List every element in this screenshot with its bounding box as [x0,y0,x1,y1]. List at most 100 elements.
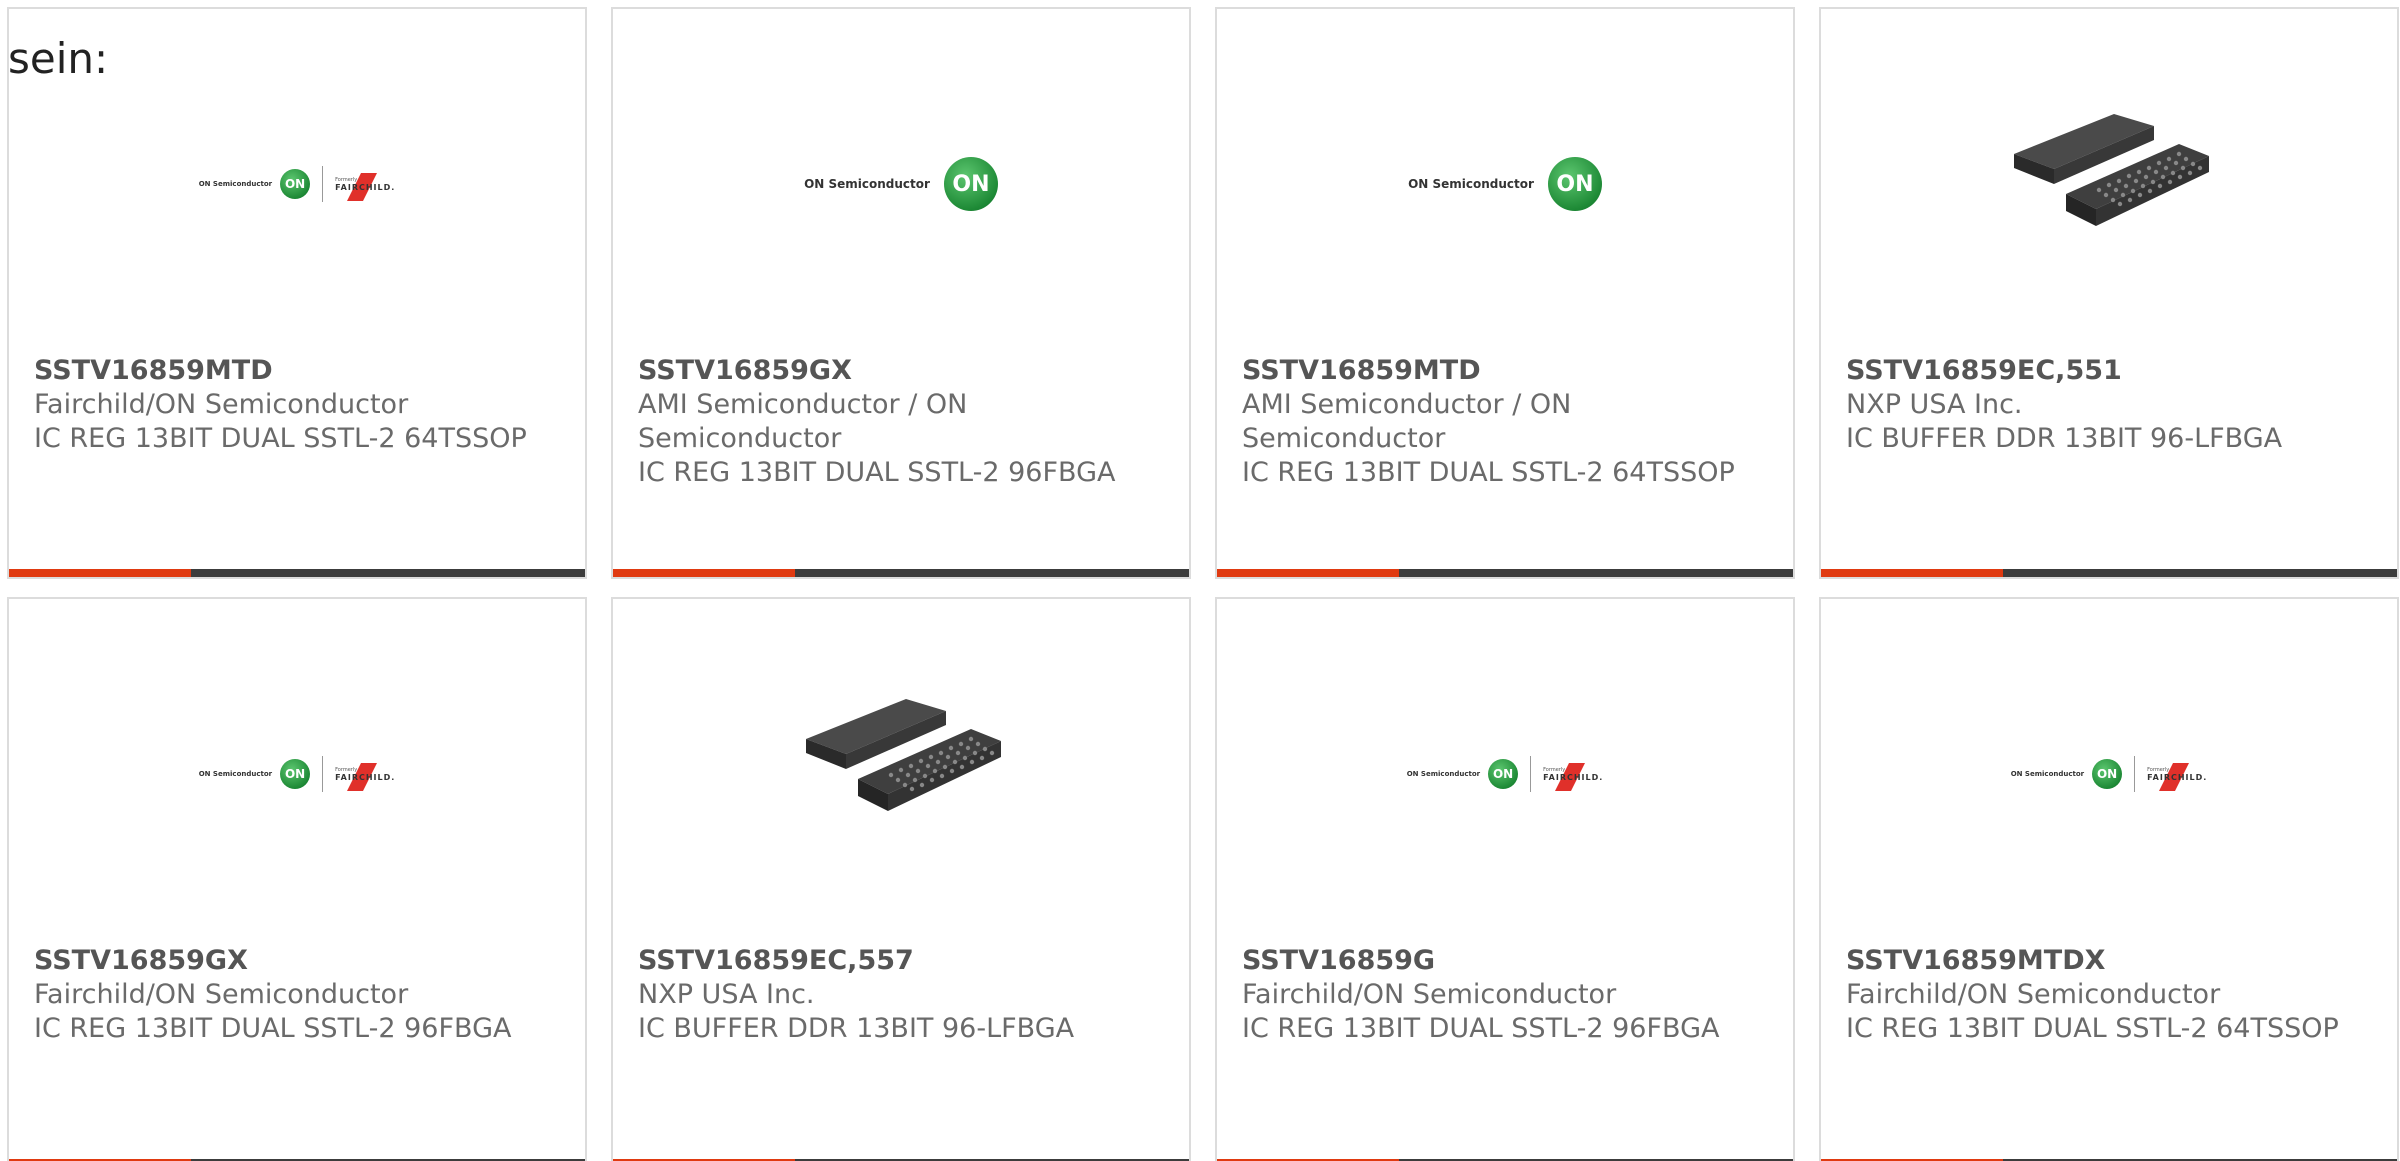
product-card[interactable]: SSTV16859EC,557 NXP USA Inc. IC BUFFER D… [611,597,1191,1161]
part-number[interactable]: SSTV16859MTD [1242,354,1773,388]
part-number[interactable]: SSTV16859MTDX [1846,944,2377,978]
divider [2134,756,2136,792]
bga-chip-photo [2004,84,2214,294]
manufacturer: Fairchild/ON Semiconductor [34,389,409,420]
card-bottom-bar [613,569,1189,577]
on-logo-label: ON [2096,767,2118,781]
product-card[interactable]: ON Semiconductor ON SSTV16859GX AMI Semi… [611,7,1191,579]
card-bottom-bar [1217,569,1793,577]
product-card[interactable]: ON Semiconductor ON Formerly FAIRCHILD. … [1215,597,1795,1161]
product-image: ON Semiconductor ON Formerly FAIRCHILD. [1821,669,2397,879]
product-image: ON Semiconductor ON [1217,79,1793,289]
product-info: SSTV16859EC,557 NXP USA Inc. IC BUFFER D… [638,944,1169,1046]
part-number[interactable]: SSTV16859EC,557 [638,944,1169,978]
description: IC REG 13BIT DUAL SSTL-2 64TSSOP [1846,1013,2339,1044]
description: IC REG 13BIT DUAL SSTL-2 96FBGA [638,457,1116,488]
card-accent [613,569,795,577]
divider [322,166,324,202]
manufacturer: Fairchild/ON Semiconductor [34,979,409,1010]
description: IC REG 13BIT DUAL SSTL-2 96FBGA [34,1013,512,1044]
fairchild-name: FAIRCHILD. [335,172,396,201]
fairchild-logo: Formerly FAIRCHILD. [1543,762,1604,791]
logo-text: ON Semiconductor [198,770,273,778]
part-number[interactable]: SSTV16859G [1242,944,1773,978]
intro-text: sein: [8,34,109,83]
product-card[interactable]: ON Semiconductor ON Formerly FAIRCHILD. … [1819,597,2399,1161]
logo-text: ON Semiconductor [804,177,930,191]
product-info: SSTV16859MTDX Fairchild/ON Semiconductor… [1846,944,2377,1046]
part-number[interactable]: SSTV16859EC,551 [1846,354,2377,388]
card-accent [1821,569,2003,577]
on-logo-icon: ON [280,759,311,789]
product-info: SSTV16859MTD AMI Semiconductor / ON Semi… [1242,354,1773,490]
on-semiconductor-logo: ON Semiconductor ON [804,157,998,211]
product-card[interactable]: SSTV16859EC,551 NXP USA Inc. IC BUFFER D… [1819,7,2399,579]
on-logo-label: ON [1556,171,1594,197]
part-number[interactable]: SSTV16859MTD [34,354,565,388]
on-logo-icon: ON [1488,759,1519,789]
page: ON Semiconductor ON Formerly FAIRCHILD. … [0,0,2400,1161]
description: IC BUFFER DDR 13BIT 96-LFBGA [638,1013,1075,1044]
product-image: ON Semiconductor ON Formerly FAIRCHILD. [9,669,585,879]
product-info: SSTV16859G Fairchild/ON Semiconductor IC… [1242,944,1773,1046]
manufacturer: NXP USA Inc. [1846,389,2023,420]
fairchild-label: FAIRCHILD. [335,772,396,782]
product-card[interactable]: ON Semiconductor ON Formerly FAIRCHILD. … [7,597,587,1161]
on-logo-icon: ON [2092,759,2123,789]
logo-text: ON Semiconductor [2010,770,2085,778]
product-grid: ON Semiconductor ON Formerly FAIRCHILD. … [0,0,2400,1161]
manufacturer: NXP USA Inc. [638,979,815,1010]
product-info: SSTV16859GX Fairchild/ON Semiconductor I… [34,944,565,1046]
divider [1530,756,1532,792]
logo-text: ON Semiconductor [1408,177,1534,191]
fairchild-label: FAIRCHILD. [1543,772,1604,782]
product-info: SSTV16859GX AMI Semiconductor / ON Semic… [638,354,1169,490]
description: IC BUFFER DDR 13BIT 96-LFBGA [1846,423,2283,454]
product-image: ON Semiconductor ON [613,79,1189,289]
product-image [613,669,1189,879]
fairchild-label: FAIRCHILD. [2147,772,2208,782]
card-bottom-bar [9,569,585,577]
card-bottom-bar [1821,569,2397,577]
product-info: SSTV16859MTD Fairchild/ON Semiconductor … [34,354,565,456]
manufacturer: Fairchild/ON Semiconductor [1846,979,2221,1010]
fairchild-logo: Formerly FAIRCHILD. [2147,762,2208,791]
manufacturer: Fairchild/ON Semiconductor [1242,979,1617,1010]
on-logo-icon: ON [1547,157,1602,211]
on-fairchild-logo: ON Semiconductor ON Formerly FAIRCHILD. [2011,756,2208,792]
product-card[interactable]: ON Semiconductor ON Formerly FAIRCHILD. … [7,7,587,579]
on-logo-label: ON [284,177,306,191]
logo-text: ON Semiconductor [198,180,273,188]
fairchild-name: FAIRCHILD. [335,762,396,791]
on-logo-label: ON [1492,767,1514,781]
fairchild-name: FAIRCHILD. [1543,762,1604,791]
product-image: ON Semiconductor ON Formerly FAIRCHILD. [9,79,585,289]
on-logo-icon: ON [943,157,998,211]
on-semiconductor-logo: ON Semiconductor ON [1408,157,1602,211]
description: IC REG 13BIT DUAL SSTL-2 64TSSOP [34,423,527,454]
on-fairchild-logo: ON Semiconductor ON Formerly FAIRCHILD. [199,166,396,202]
on-logo-icon: ON [280,169,311,199]
bga-chip-photo [796,669,1006,879]
fairchild-name: FAIRCHILD. [2147,762,2208,791]
description: IC REG 13BIT DUAL SSTL-2 96FBGA [1242,1013,1720,1044]
card-accent [1217,569,1399,577]
on-logo-label: ON [284,767,306,781]
manufacturer: AMI Semiconductor / ON Semiconductor [638,389,968,454]
product-image [1821,84,2397,294]
part-number[interactable]: SSTV16859GX [638,354,1169,388]
on-fairchild-logo: ON Semiconductor ON Formerly FAIRCHILD. [1407,756,1604,792]
product-card[interactable]: ON Semiconductor ON SSTV16859MTD AMI Sem… [1215,7,1795,579]
description: IC REG 13BIT DUAL SSTL-2 64TSSOP [1242,457,1735,488]
part-number[interactable]: SSTV16859GX [34,944,565,978]
fairchild-label: FAIRCHILD. [335,182,396,192]
on-logo-label: ON [952,171,990,197]
product-info: SSTV16859EC,551 NXP USA Inc. IC BUFFER D… [1846,354,2377,456]
logo-text: ON Semiconductor [1406,770,1481,778]
manufacturer: AMI Semiconductor / ON Semiconductor [1242,389,1572,454]
product-image: ON Semiconductor ON Formerly FAIRCHILD. [1217,669,1793,879]
fairchild-logo: Formerly FAIRCHILD. [335,172,396,201]
divider [322,756,324,792]
on-fairchild-logo: ON Semiconductor ON Formerly FAIRCHILD. [199,756,396,792]
card-accent [9,569,191,577]
